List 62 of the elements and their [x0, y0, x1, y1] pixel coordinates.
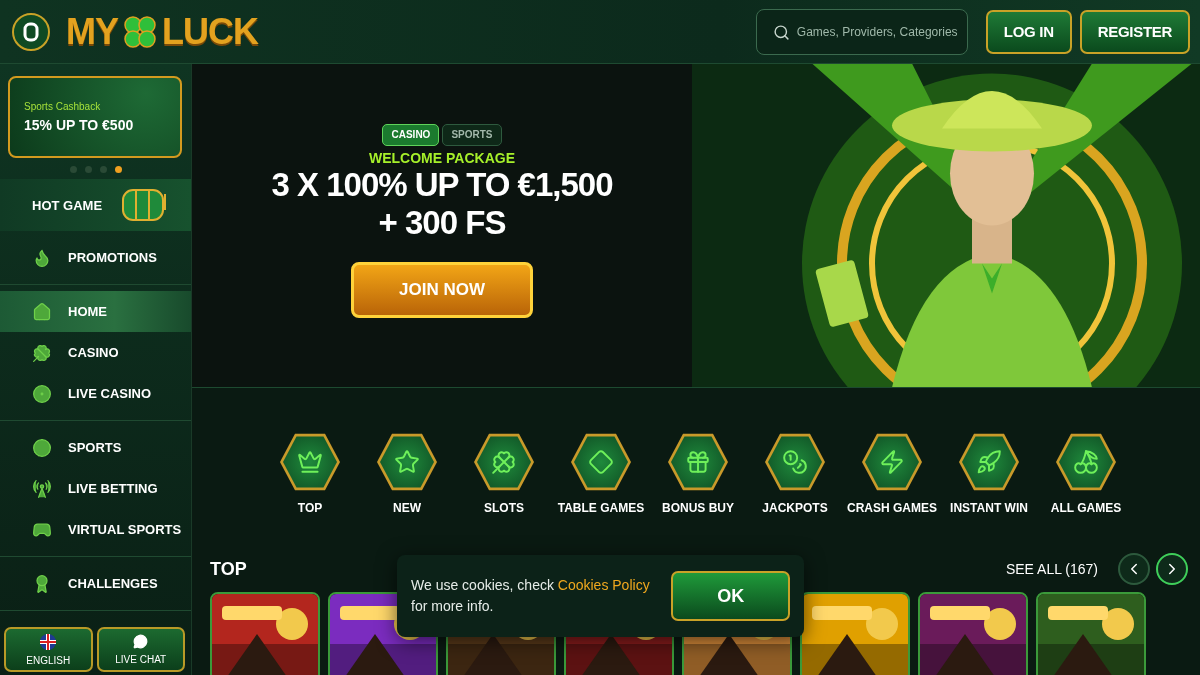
promo-card[interactable]: Sports Cashback 15% UP TO €500 — [8, 76, 182, 158]
logo-text: MY — [66, 10, 118, 53]
hero-tab[interactable]: SPORTS — [442, 123, 502, 146]
category-link[interactable]: INSTANT WIN — [940, 432, 1038, 552]
category-link[interactable]: NEW — [358, 432, 456, 552]
category-link[interactable]: TOP — [261, 432, 359, 552]
hot-game-banner[interactable]: HOT GAME — [0, 179, 191, 231]
category-link[interactable]: JACKPOTS — [746, 432, 844, 552]
diamond-icon — [588, 449, 614, 475]
category-link[interactable]: TABLE GAMES — [552, 432, 650, 552]
gift-icon — [685, 449, 711, 475]
carousel-dot[interactable] — [99, 166, 107, 173]
clover-icon — [491, 449, 517, 475]
ok-button[interactable]: OK — [671, 571, 790, 621]
search-field[interactable]: Games, Providers, Categories — [755, 8, 968, 55]
promo-subtitle: Sports Cashback — [24, 101, 102, 112]
sidebar-item[interactable]: VIRTUAL SPORTS — [0, 509, 191, 550]
rocket-icon — [976, 449, 1002, 475]
hero-headline: + 300 FS — [378, 203, 506, 242]
carousel-dot[interactable] — [84, 166, 92, 173]
previous-button[interactable] — [1118, 553, 1150, 585]
language-button[interactable]: ENGLISH — [4, 627, 93, 672]
next-button[interactable] — [1156, 553, 1188, 585]
category-link[interactable]: SLOTS — [455, 432, 553, 552]
clover-icon — [32, 342, 52, 363]
flag-icon — [40, 633, 57, 650]
cookies-policy-link[interactable]: Cookies Policy — [557, 577, 650, 593]
hot-game-label: HOT GAME — [32, 197, 103, 213]
login-button[interactable]: LOG IN — [985, 9, 1072, 54]
cherry-icon — [1073, 449, 1099, 475]
section-title: TOP — [210, 558, 247, 580]
coins-icon — [782, 449, 808, 475]
register-button[interactable]: REGISTER — [1079, 9, 1190, 54]
category-link[interactable]: BONUS BUY — [649, 432, 747, 552]
sidebar-item[interactable]: CASINO — [0, 332, 191, 373]
menu-toggle-icon[interactable] — [12, 12, 50, 51]
live-chat-button[interactable]: LIVE CHAT — [96, 627, 185, 672]
logo-text: LUCK — [162, 10, 258, 53]
category-link[interactable]: ALL GAMES — [1037, 432, 1135, 552]
carousel-dot[interactable] — [114, 166, 122, 173]
hero-kicker: WELCOME PACKAGE — [369, 149, 515, 166]
category-link[interactable]: CRASH GAMES — [843, 432, 941, 552]
chat-icon — [133, 634, 149, 649]
antenna-icon — [32, 478, 52, 499]
see-all-link[interactable]: SEE ALL (167) — [1005, 561, 1098, 577]
house-icon — [32, 301, 52, 322]
sidebar-item[interactable]: SPORTS — [0, 427, 191, 468]
search-icon — [772, 23, 790, 41]
sidebar-item[interactable]: HOME — [0, 291, 191, 332]
sidebar-item[interactable]: LIVE CASINO — [0, 373, 191, 414]
lightning-icon — [879, 449, 905, 475]
cookie-text: We use cookies, check Cookies Policy for more info. — [411, 576, 651, 616]
carousel-dot[interactable] — [69, 166, 77, 173]
chip-icon — [32, 383, 52, 404]
hero-headline: 3 X 100% UP TO €1,500 — [271, 165, 613, 204]
star-icon — [394, 449, 420, 475]
crown-icon — [297, 449, 323, 475]
sidebar-item[interactable]: CHALLENGES — [0, 563, 191, 604]
sidebar-item[interactable]: LIVE BETTING — [0, 468, 191, 509]
promo-title: 15% UP TO €500 — [24, 117, 135, 133]
sidebar-item[interactable]: PROMOTIONS — [0, 237, 191, 278]
hero-tab[interactable]: CASINO — [382, 123, 440, 146]
